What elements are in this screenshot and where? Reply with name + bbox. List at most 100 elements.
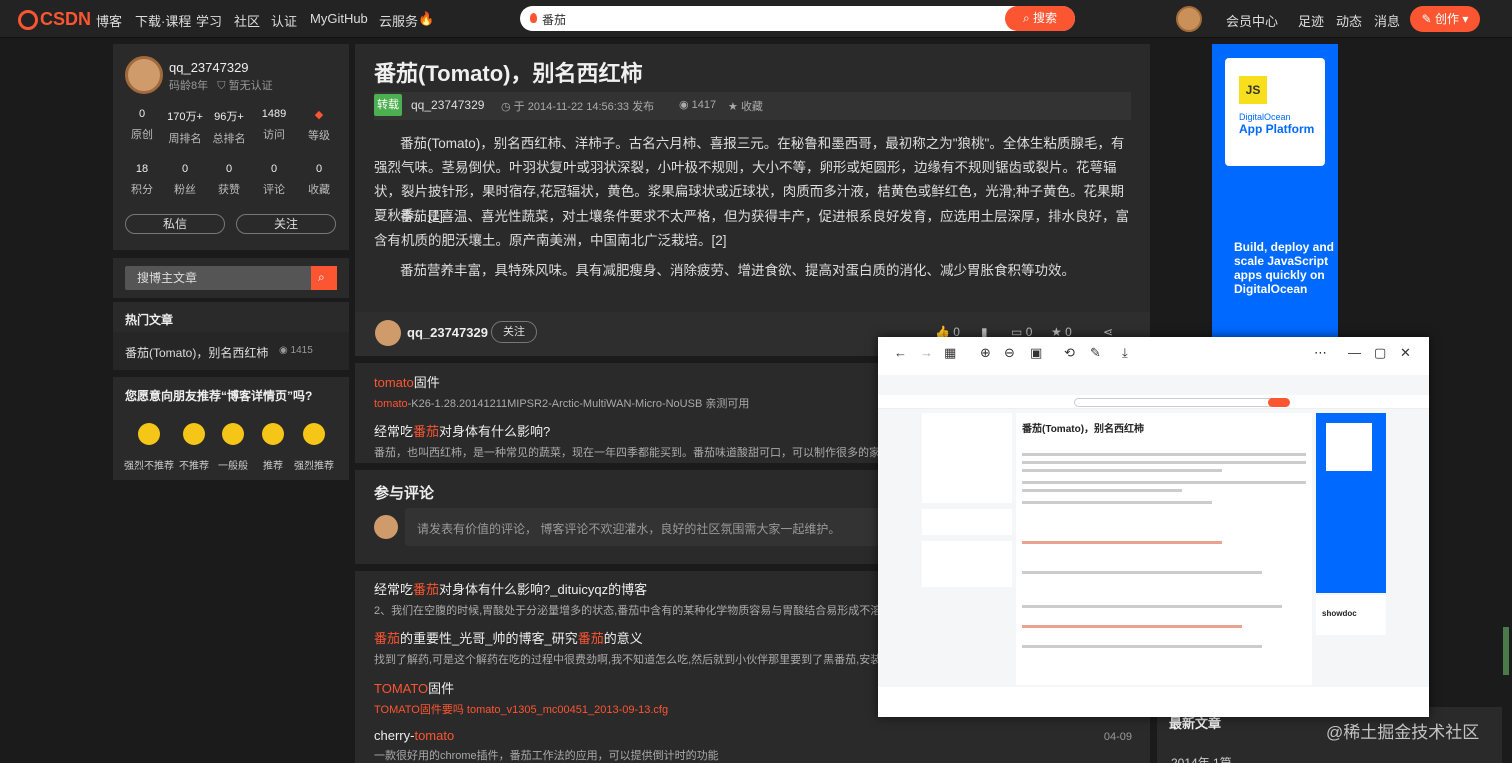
item-date: 04-09 [1103,731,1132,743]
nav-item-download[interactable]: 下载·课程 [135,11,191,30]
archive-year[interactable]: 2014年 1篇 [1171,754,1232,763]
article-author[interactable]: qq_23747329 [411,98,484,112]
search-bar: 番茄 ⌕ 搜索 [520,6,1075,31]
search-input[interactable]: 番茄 [542,11,566,28]
edit-icon[interactable]: ✎ [1090,345,1101,361]
nav-item-community[interactable]: 社区 [234,11,260,30]
create-button[interactable]: ✎ 创作 ▾ [1410,6,1480,32]
minimize-icon[interactable]: — [1348,345,1361,360]
viewer-image: 番茄(Tomato)，别名西红柿 showdoc [878,375,1429,687]
neutral-icon[interactable] [222,423,244,445]
stat-original[interactable]: 0 原创 [120,108,164,142]
hot-article-link[interactable]: 番茄(Tomato)，别名西红柿 [125,344,268,361]
mini-ad [1316,413,1386,593]
avatar[interactable] [125,56,163,94]
forward-icon[interactable]: → [920,345,933,360]
mini-text-line [1022,461,1306,464]
hot-articles: 热门文章 番茄(Tomato)，别名西红柿 ◉ 1415 [113,302,349,370]
scrollbar[interactable] [1503,627,1509,675]
blogger-search-input[interactable]: 搜博主文章 [125,266,313,290]
clock-icon: ◷ [501,101,511,113]
mini-js-card [1326,423,1372,471]
nav-messages[interactable]: 消息 [1374,11,1400,30]
ad-product: App Platform [1239,122,1315,136]
close-icon[interactable]: ✕ [1400,345,1411,361]
advertisement[interactable]: JS DigitalOcean App Platform Build, depl… [1212,44,1338,339]
star-icon: ★ [728,101,738,113]
nav-item-blog[interactable]: 博客 [96,11,122,30]
avatar [374,515,398,539]
list-item[interactable]: cherry-tomato 一款很好用的chrome插件，番茄工作法的应用，可以… [374,728,1134,763]
grid-icon[interactable]: ▦ [944,345,956,361]
stat-level[interactable]: ◆ 等级 [297,108,341,143]
unlikely-icon[interactable] [183,423,205,445]
very-unlikely-icon[interactable] [138,423,160,445]
maximize-icon[interactable]: ▢ [1374,345,1386,361]
toolbar-author[interactable]: qq_23747329 [407,325,488,340]
mini-text-line [1022,541,1222,544]
csdn-logo[interactable]: CSDN [18,9,91,30]
stat-comments[interactable]: 0 评论 [252,163,296,197]
stat-week-rank[interactable]: 170万+ 周排名 [163,108,207,146]
user-avatar[interactable] [1176,6,1202,32]
back-icon[interactable]: ← [894,345,907,360]
comment-header: 参与评论 [374,485,435,502]
stat-points[interactable]: 18 积分 [120,163,164,197]
eye-icon: ◉ [279,345,288,356]
watermark: @稀土掘金技术社区 [1326,723,1480,742]
nav-item-cloud[interactable]: 云服务 [379,11,418,30]
toolbar-follow-button[interactable]: 关注 [491,321,537,343]
stat-total-rank[interactable]: 96万+ 总排名 [207,108,251,146]
save-icon[interactable]: ⤓ [1122,345,1128,361]
mini-recommend [922,541,1012,587]
nav-footprint[interactable]: 足迹 [1298,11,1324,30]
nav-item-mygithub[interactable]: MyGitHub [310,11,368,26]
mini-search [1074,398,1278,407]
zoom-in-icon[interactable]: ⊕ [980,345,991,361]
hot-views: ◉ 1415 [279,345,313,356]
level-icon: ◆ [314,109,324,121]
recommend-header: 您愿意向朋友推荐“博客详情页”吗? [125,389,313,403]
mini-text-line [1022,489,1182,492]
search-button[interactable]: ⌕ 搜索 [1005,6,1075,31]
stat-likes[interactable]: 0 获赞 [207,163,251,197]
rotate-icon[interactable]: ⟲ [1064,345,1075,361]
eye-icon: ◉ [679,99,689,111]
fire-icon: 🔥 [418,11,435,26]
article-paragraph: 番茄是喜温、喜光性蔬菜，对土壤条件要求不太严格，但为获得丰产，促进根系良好发育，… [374,209,1129,248]
mini-title: 番茄(Tomato)，别名西红柿 [1022,424,1145,435]
profile-card: qq_23747329 码龄8年 ⛉ 暂无认证 0 原创 170万+ 周排名 96万… [113,44,349,250]
nav-activity[interactable]: 动态 [1336,11,1362,30]
stat-favorites[interactable]: 0 收藏 [297,163,341,197]
mini-search-button [1268,398,1290,407]
blogger-search-button[interactable]: ⌕ [311,266,337,290]
nav-vip-center[interactable]: 会员中心 [1226,11,1278,30]
ad-card: JS DigitalOcean App Platform [1225,58,1325,166]
search-icon: ⌕ [1022,11,1034,25]
article-meta: 转载 qq_23747329 ◷ 于 2014-11-22 14:56:33 发… [374,92,1131,120]
mini-text-line [1022,453,1306,456]
image-viewer-window: ← → ▦ ⊕ ⊖ ▣ ⟲ ✎ ⤓ ⋯ — ▢ ✕ 番茄(Tomato)，别名西… [878,337,1429,717]
fit-icon[interactable]: ▣ [1030,345,1042,361]
very-likely-icon[interactable] [303,423,325,445]
mini-hot [922,509,1012,535]
likely-icon[interactable] [262,423,284,445]
favorite-button[interactable]: ★ 收藏 [728,98,763,114]
profile-meta: 码龄8年 ⛉ 暂无认证 [169,80,273,92]
nav-item-learn[interactable]: 学习 [196,11,222,30]
plus-icon: ✎ [1421,12,1435,26]
follow-button[interactable]: 关注 [236,214,336,234]
stat-visits[interactable]: 1489 访问 [252,108,296,142]
more-icon[interactable]: ⋯ [1314,345,1327,361]
nav-item-cert[interactable]: 认证 [271,11,297,30]
mini-text-line [1022,501,1212,504]
mini-text-line [1022,645,1262,648]
ad-tagline: Build, deploy and scale JavaScript apps … [1234,240,1335,296]
avatar[interactable] [375,320,401,346]
stat-fans[interactable]: 0 粉丝 [163,163,207,197]
shield-icon: ⛉ [217,80,226,92]
zoom-out-icon[interactable]: ⊖ [1004,345,1015,361]
profile-name[interactable]: qq_23747329 [169,60,249,75]
message-button[interactable]: 私信 [125,214,225,234]
mini-text-line [1022,469,1222,472]
